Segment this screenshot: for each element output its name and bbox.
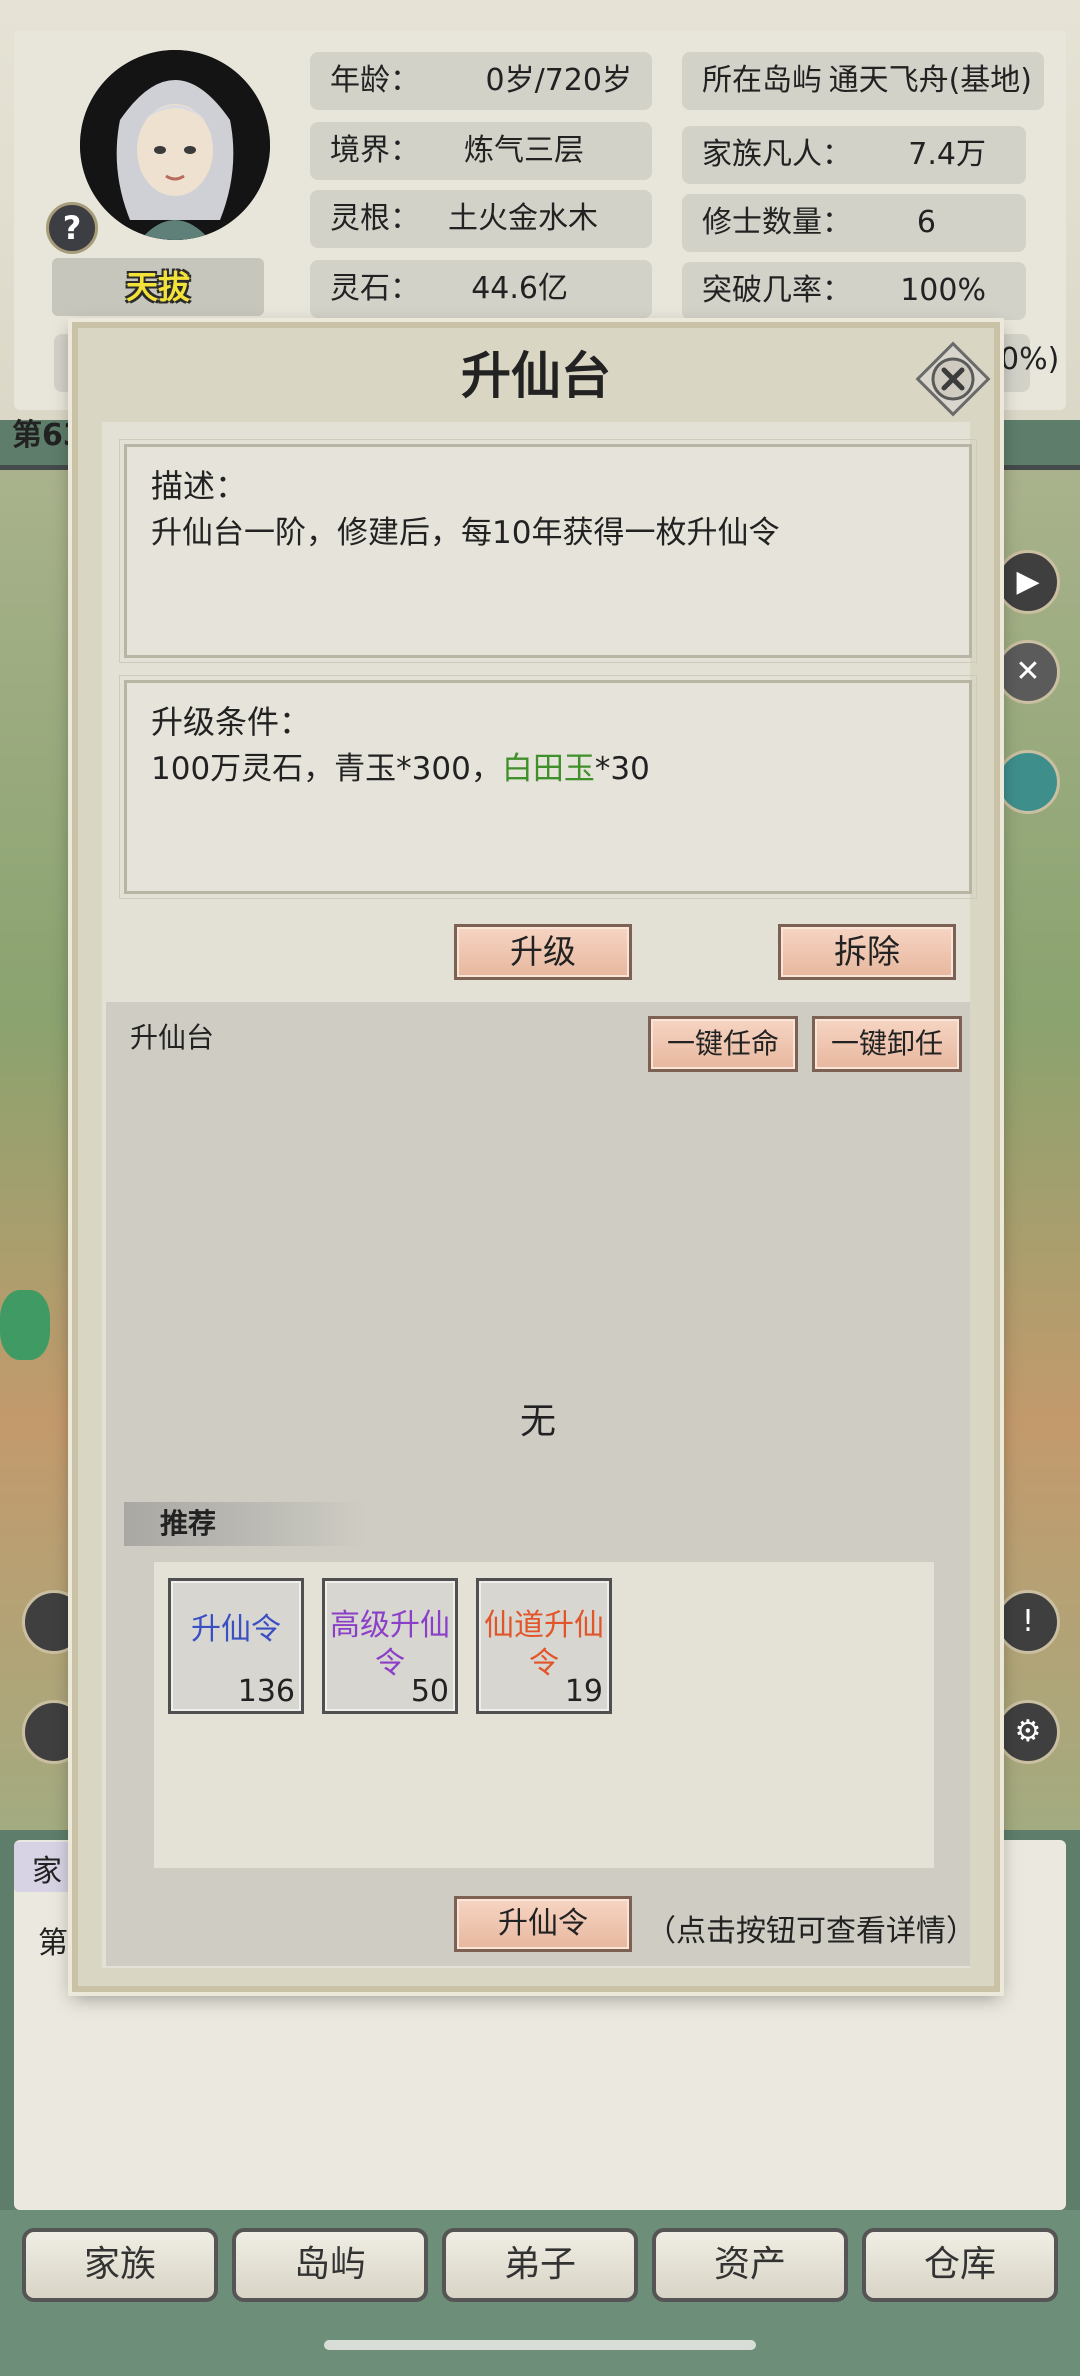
- description-header: 描述：: [151, 467, 248, 505]
- portal-icon[interactable]: [996, 750, 1060, 814]
- settings-gear-icon[interactable]: ⚙: [996, 1700, 1060, 1764]
- dialog-title: 升仙台: [461, 347, 611, 405]
- stat-cultivators-label: 修士数量：: [702, 205, 852, 240]
- stat-hidden-percent: 0%): [1000, 342, 1060, 377]
- character-name[interactable]: 天拔: [52, 258, 264, 316]
- stat-cultivators-value: 6: [916, 205, 936, 240]
- home-indicator[interactable]: [324, 2340, 756, 2350]
- dismiss-all-button[interactable]: 一键卸任: [812, 1016, 962, 1072]
- description-box: 描述： 升仙台一阶，修建后，每10年获得一枚升仙令: [119, 439, 977, 663]
- stat-age-value: 0岁/720岁: [485, 63, 632, 98]
- stat-spirit-root: 灵根： 土火金水木: [310, 190, 652, 248]
- item-card-token[interactable]: 升仙令 136: [168, 1578, 304, 1714]
- nav-warehouse-button[interactable]: 仓库: [862, 2228, 1058, 2302]
- notice-icon[interactable]: !: [996, 1590, 1060, 1654]
- upgrade-header: 升级条件：: [151, 703, 312, 741]
- upgrade-cost-highlight: 白田玉: [501, 751, 595, 787]
- item-card-advanced-token[interactable]: 高级升仙令 50: [322, 1578, 458, 1714]
- stat-stone-label: 灵石：: [330, 271, 420, 306]
- upgrade-cost-suffix: *30: [594, 751, 650, 787]
- item-count: 136: [237, 1674, 295, 1709]
- nav-island-button[interactable]: 岛屿: [232, 2228, 428, 2302]
- item-count: 19: [564, 1674, 603, 1709]
- upgrade-cost-prefix: 100万灵石，青玉*300，: [151, 751, 502, 787]
- item-count: 50: [410, 1674, 449, 1709]
- building-detail-dialog: 升仙台 描述： 升仙台一阶，修建后，每10年获得一枚升仙令 升级条件： 100万…: [72, 322, 1000, 1992]
- stat-realm-value: 炼气三层: [464, 133, 584, 168]
- empty-assignment-text: 无: [519, 1401, 556, 1442]
- recommend-header: 推荐: [124, 1502, 368, 1546]
- stat-island-label: 所在岛屿: [702, 63, 822, 98]
- upgrade-condition-box: 升级条件： 100万灵石，青玉*300，白田玉*30: [119, 675, 977, 899]
- help-question-icon[interactable]: ?: [46, 202, 98, 254]
- item-name: 高级升仙令: [330, 1608, 450, 1681]
- item-card-immortal-token[interactable]: 仙道升仙令 19: [476, 1578, 612, 1714]
- stat-stone-value: 44.6亿: [471, 271, 568, 306]
- stat-age-label: 年龄：: [330, 63, 420, 98]
- assignment-title: 升仙台: [130, 1021, 215, 1054]
- token-hint-text: （点击按钮可查看详情）: [646, 1914, 976, 1949]
- nav-assets-button[interactable]: 资产: [652, 2228, 848, 2302]
- close-icon[interactable]: [914, 340, 992, 418]
- item-name: 仙道升仙令: [484, 1608, 604, 1681]
- demolish-button[interactable]: 拆除: [778, 924, 956, 980]
- stat-breakthrough-label: 突破几率：: [702, 273, 852, 308]
- stat-mortals-value: 7.4万: [908, 137, 986, 172]
- dialog-content: 描述： 升仙台一阶，修建后，每10年获得一枚升仙令 升级条件： 100万灵石，青…: [102, 422, 977, 1968]
- stat-spirit-stone: 灵石： 44.6亿: [310, 260, 652, 318]
- recommend-list: 升仙令 136 高级升仙令 50 仙道升仙令 19: [154, 1562, 934, 1868]
- stat-island-value: 通天飞舟(基地): [828, 63, 1032, 98]
- stat-realm: 境界： 炼气三层: [310, 122, 652, 180]
- map-close-icon[interactable]: ✕: [996, 640, 1060, 704]
- nav-family-button[interactable]: 家族: [22, 2228, 218, 2302]
- log-tab-label: 家: [32, 1854, 62, 1889]
- nav-disciple-button[interactable]: 弟子: [442, 2228, 638, 2302]
- stat-age: 年龄： 0岁/720岁: [310, 52, 652, 110]
- jade-plant-icon: [0, 1290, 50, 1360]
- stat-island[interactable]: 所在岛屿 通天飞舟(基地): [682, 52, 1044, 110]
- stat-realm-label: 境界：: [330, 133, 420, 168]
- log-line: 第: [38, 1926, 68, 1961]
- stat-root-label: 灵根：: [330, 201, 420, 236]
- stat-mortals: 家族凡人： 7.4万: [682, 126, 1026, 184]
- stat-breakthrough: 突破几率： 100%: [682, 262, 1026, 320]
- item-name: 升仙令: [191, 1612, 281, 1647]
- appoint-all-button[interactable]: 一键任命: [648, 1016, 798, 1072]
- upgrade-text: 100万灵石，青玉*300，白田玉*30: [151, 743, 650, 788]
- description-text: 升仙台一阶，修建后，每10年获得一枚升仙令: [151, 515, 780, 551]
- stat-cultivators: 修士数量： 6: [682, 194, 1026, 252]
- play-icon[interactable]: ▶: [996, 550, 1060, 614]
- token-detail-button[interactable]: 升仙令: [454, 1896, 632, 1952]
- assignment-panel: 升仙台 一键任命 一键卸任 无 推荐 升仙令 136 高级升仙令 50 仙道升仙…: [106, 1002, 976, 1966]
- character-avatar[interactable]: [80, 50, 270, 240]
- upgrade-button[interactable]: 升级: [454, 924, 632, 980]
- stat-root-value: 土火金水木: [448, 201, 598, 236]
- stat-breakthrough-value: 100%: [900, 273, 986, 308]
- stat-mortals-label: 家族凡人：: [702, 137, 852, 172]
